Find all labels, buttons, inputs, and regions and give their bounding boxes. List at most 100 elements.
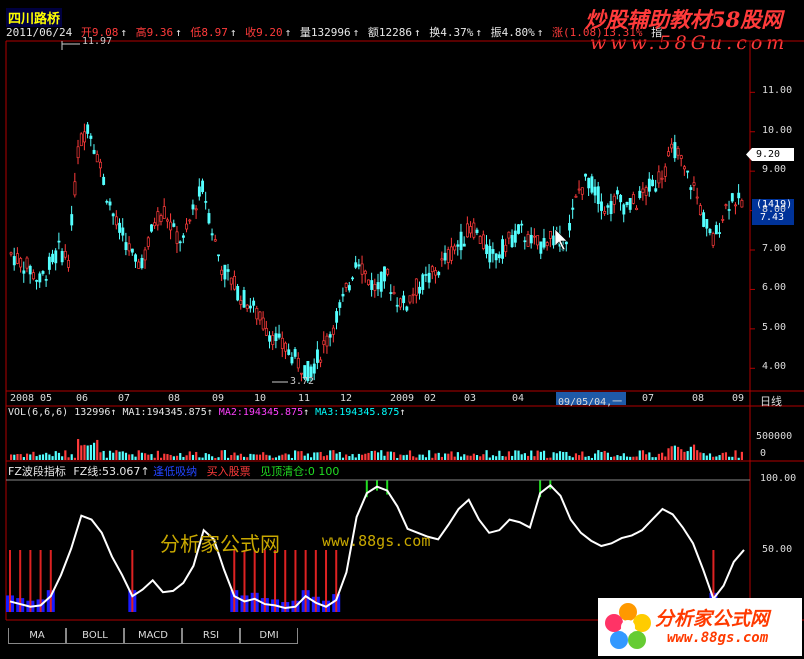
candle-body bbox=[670, 143, 674, 149]
candle-body bbox=[162, 206, 166, 219]
volume-bar bbox=[153, 457, 156, 460]
candle-body bbox=[99, 161, 102, 169]
volume-bar bbox=[587, 456, 590, 460]
volume-bar bbox=[475, 455, 479, 460]
candle-body bbox=[172, 223, 176, 227]
flower-logo-icon bbox=[605, 603, 651, 649]
volume-bar bbox=[571, 457, 574, 460]
candle-body bbox=[86, 124, 90, 134]
candle-body bbox=[354, 262, 358, 268]
volume-bar bbox=[48, 454, 51, 460]
volume-bar bbox=[530, 450, 533, 460]
current-price-label: 9.20 bbox=[756, 149, 781, 160]
volume-bar bbox=[495, 456, 498, 460]
candle-body bbox=[402, 295, 406, 304]
volume-bar bbox=[319, 451, 322, 460]
volume-bar bbox=[166, 454, 169, 460]
volume-bar bbox=[45, 452, 48, 460]
volume-bar bbox=[335, 453, 338, 460]
candle-body bbox=[185, 223, 189, 230]
volume-bar bbox=[236, 455, 239, 460]
candle-body bbox=[615, 190, 619, 195]
volume-bar bbox=[156, 450, 159, 460]
volume-bar bbox=[715, 456, 718, 460]
candle-body bbox=[395, 304, 399, 307]
candle-body bbox=[497, 254, 501, 259]
volume-bar bbox=[191, 454, 195, 460]
tab-dmi[interactable]: DMI bbox=[240, 628, 298, 644]
candle-body bbox=[28, 265, 32, 275]
price-tick-label: 9.00 bbox=[762, 164, 787, 176]
mouse-cursor-icon bbox=[554, 228, 568, 251]
candle-body bbox=[130, 248, 134, 253]
tab-ma[interactable]: MA bbox=[8, 628, 66, 644]
vol-axis-zero: 0 bbox=[760, 448, 767, 459]
candle-body bbox=[213, 239, 217, 242]
volume-bar bbox=[230, 455, 233, 460]
candle-body bbox=[488, 245, 492, 263]
candle-body bbox=[386, 268, 390, 275]
volume-bar bbox=[370, 451, 373, 460]
candle-body bbox=[137, 261, 141, 269]
volume-bar bbox=[268, 455, 271, 460]
logo-title: 分析家公式网 bbox=[655, 608, 770, 630]
volume-bar bbox=[555, 453, 558, 460]
volume-bar bbox=[619, 456, 622, 460]
volume-bar bbox=[195, 451, 198, 460]
candle-body bbox=[523, 240, 527, 243]
tab-rsi[interactable]: RSI bbox=[182, 628, 240, 644]
time-tick-label: 09 bbox=[212, 393, 225, 404]
candle-body bbox=[322, 340, 326, 345]
volume-bar bbox=[396, 457, 399, 460]
period-label[interactable]: 日线 bbox=[760, 393, 782, 409]
candle-body bbox=[169, 221, 173, 231]
volume-bar bbox=[399, 454, 402, 460]
candle-body bbox=[111, 213, 115, 217]
candle-body bbox=[418, 286, 422, 294]
tab-macd[interactable]: MACD bbox=[124, 628, 182, 644]
vol-ma3: MA3:194345.875 bbox=[315, 407, 400, 418]
vol-title: VOL(6,6,6) bbox=[8, 407, 69, 418]
candle-body bbox=[201, 180, 205, 193]
candle-body bbox=[242, 290, 246, 308]
tab-boll[interactable]: BOLL bbox=[66, 628, 124, 644]
volume-bar bbox=[412, 456, 415, 460]
volume-bar bbox=[724, 452, 728, 460]
volume-bar bbox=[16, 454, 19, 460]
volume-bar bbox=[325, 455, 329, 460]
ind-label-green: 见顶清仓:0 bbox=[260, 465, 315, 478]
volume-bar bbox=[207, 454, 211, 460]
candle-body bbox=[175, 231, 179, 244]
candle-body bbox=[644, 187, 648, 196]
candle-body bbox=[434, 270, 437, 276]
volume-bar bbox=[242, 456, 246, 460]
volume-bar bbox=[61, 456, 64, 460]
candle-body bbox=[456, 244, 460, 247]
volume-bar bbox=[169, 454, 172, 460]
candle-body bbox=[127, 243, 131, 252]
candle-body bbox=[606, 205, 610, 208]
volume-bar bbox=[402, 455, 405, 460]
price-tick-label: 11.00 bbox=[762, 85, 793, 97]
candle-body bbox=[25, 257, 29, 269]
candle-body bbox=[619, 194, 623, 203]
volume-bar bbox=[514, 450, 517, 460]
candle-body bbox=[692, 182, 696, 186]
time-tick-label: 08 bbox=[168, 393, 181, 404]
time-tick-label: 06 bbox=[76, 393, 89, 404]
candle-body bbox=[178, 241, 182, 244]
volume-bar bbox=[361, 454, 364, 460]
candle-body bbox=[657, 171, 661, 184]
volume-bar bbox=[686, 451, 689, 460]
volume-bar bbox=[83, 444, 86, 460]
volume-bar bbox=[38, 454, 41, 460]
candle-body bbox=[711, 233, 715, 246]
candle-body bbox=[660, 177, 664, 180]
candle-body bbox=[679, 155, 683, 159]
volume-bar bbox=[635, 456, 638, 460]
volume-bar bbox=[239, 453, 242, 460]
volume-bar bbox=[708, 453, 712, 460]
volume-bar bbox=[590, 457, 594, 460]
volume-bar bbox=[313, 452, 316, 460]
candle-body bbox=[727, 209, 731, 211]
